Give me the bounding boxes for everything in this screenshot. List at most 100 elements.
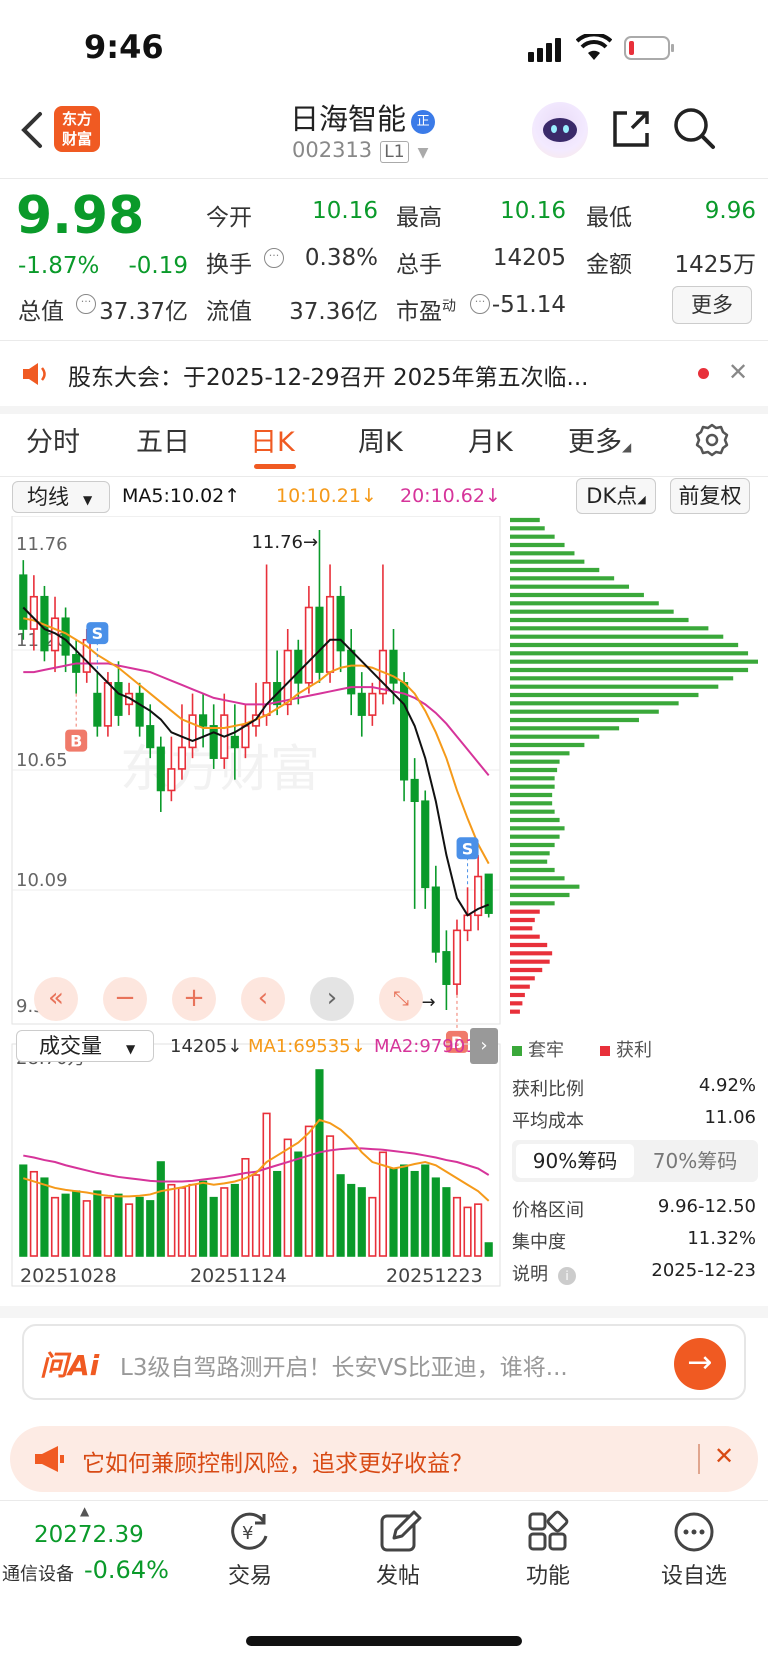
info-icon[interactable]: ··· [76,294,96,314]
amount-label: 金额 [586,252,632,278]
index-widget[interactable]: ▲ 20272.39 通信设备 -0.64% [0,1504,180,1594]
volume-bar [146,1200,155,1257]
tab-5day[interactable]: 五日 [136,420,190,459]
tab-more[interactable]: 更多◢ [568,420,631,459]
compose-icon[interactable] [378,1510,422,1554]
note-label[interactable]: 说明 i [512,1260,576,1286]
nav-watchlist[interactable]: 设自选 [634,1558,754,1590]
pe-value: -51.14 [491,292,566,318]
candle-body [167,768,176,792]
candle-body [400,682,409,781]
promo-text: 它如何兼顾控制风险，追求更好收益？ [82,1451,473,1477]
chevron-down-icon[interactable]: ▼ [418,145,429,161]
candle-body [357,692,366,716]
pe-label: 市盈动 [396,298,456,325]
svg-text:¥: ¥ [242,1523,253,1544]
float-cap-value: 37.36亿 [289,299,378,325]
active-tab-indicator [254,464,296,469]
volume-value: 14205 [492,245,566,271]
nav-trade[interactable]: 交易 [190,1558,310,1590]
trade-icon[interactable]: ¥ [228,1510,272,1554]
candle-body [442,951,451,985]
ai-search-bar[interactable]: 问Ai L3级自驾路测开启！长安VS比亚迪，谁将... → [22,1324,746,1400]
volume-bar [124,1203,134,1257]
candle-body [199,714,208,727]
prev-icon[interactable]: ‹ [241,977,285,1021]
tab-weekly[interactable]: 周K [358,420,403,459]
notice-text: 股东大会：于2025-12-29召开 2025年第五次临... [68,365,589,391]
zoom-in-icon[interactable]: + [172,977,216,1021]
volume-select[interactable]: 成交量 ▼ [16,1030,154,1062]
chip-tab-70[interactable]: 70%筹码 [636,1144,754,1178]
candle-body [410,778,419,803]
volume-value: 14205↓ [170,1036,243,1057]
candle-body [114,682,123,716]
price-range-label: 价格区间 [512,1200,584,1221]
close-icon[interactable]: ✕ [728,358,748,386]
chip-tab-90[interactable]: 90%筹码 [516,1144,634,1178]
profit-legend: 获利 [600,1036,652,1062]
volume-bar [72,1190,81,1257]
ma5-legend: MA5:10.02↑ [122,485,241,507]
volume-bar [368,1196,377,1257]
dk-point-button[interactable]: DK点◢ [576,478,656,514]
more-dots-icon[interactable] [672,1510,716,1554]
search-icon[interactable] [672,106,716,150]
tab-monthly[interactable]: 月K [468,420,513,459]
level-badge: L1 [380,141,409,163]
adjust-button[interactable]: 前复权 [670,478,750,514]
candle-body [315,606,324,673]
volume-bar [209,1196,218,1257]
wifi-icon [575,32,613,62]
candle-body [421,800,430,889]
volume-bar [474,1203,483,1257]
indicator-select[interactable]: 均线 ▼ [12,481,110,513]
back-icon[interactable] [18,110,48,150]
info-icon[interactable]: ··· [264,248,284,268]
volume-bar [93,1190,102,1257]
candle-body [304,606,313,684]
robot-avatar[interactable] [532,102,588,158]
settings-gear-icon[interactable] [694,422,730,458]
nav-function[interactable]: 功能 [488,1558,608,1590]
promo-bar[interactable]: 它如何兼顾控制风险，追求更好收益？ ✕ [10,1426,758,1492]
grid-icon[interactable] [526,1510,570,1554]
index-value: 20272.39 [34,1522,144,1548]
tab-daily[interactable]: 日K [250,420,295,459]
x-tick-label: 20251124 [190,1265,287,1287]
locked-legend: 套牢 [512,1036,564,1062]
rewind-icon[interactable]: « [34,977,78,1021]
volume-bar [273,1170,282,1257]
volume-bar [421,1164,430,1257]
stock-name: 日海智能 [290,102,407,136]
candle-body [452,929,462,985]
more-button[interactable]: 更多 [672,286,752,324]
zoom-out-icon[interactable]: − [103,977,147,1021]
volume-bar [29,1170,38,1257]
change-pct: -1.87% [18,253,100,279]
volume-bar [336,1174,345,1257]
x-tick-label: 20251028 [20,1265,117,1287]
fullscreen-icon[interactable]: ⤡ [379,977,423,1021]
candle-body [188,714,197,749]
volume-bar [325,1135,335,1257]
share-icon[interactable] [610,108,652,150]
volume-bar [431,1177,440,1257]
volume-bar [283,1138,292,1257]
promo-divider [698,1444,700,1474]
volume-bar [262,1112,271,1257]
high-label: 最高 [396,205,442,231]
close-icon[interactable]: ✕ [714,1442,734,1470]
info-icon[interactable]: ··· [470,294,490,314]
volume-bar [410,1170,419,1257]
volume-bar [103,1196,112,1257]
candle-body [19,574,28,630]
nav-post[interactable]: 发帖 [338,1558,458,1590]
tab-minute[interactable]: 分时 [26,420,80,459]
concentration-label: 集中度 [512,1232,566,1253]
expand-right-icon[interactable]: › [470,1028,498,1064]
arrow-right-icon[interactable]: → [674,1338,726,1390]
vol-ma2-legend: MA2:97901 [374,1036,470,1057]
next-icon[interactable]: › [310,977,354,1021]
candle-body [431,886,440,953]
